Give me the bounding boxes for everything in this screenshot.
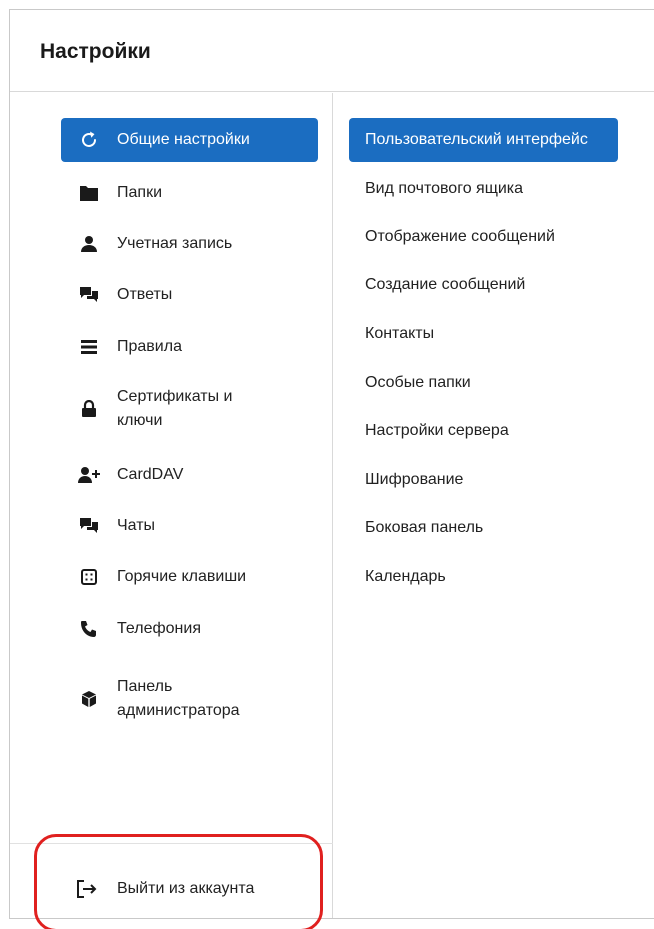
user-icon bbox=[78, 233, 100, 255]
nav-item-label: Правила bbox=[117, 338, 182, 355]
nav-item-certificates[interactable]: Сертификаты и ключи bbox=[61, 380, 318, 438]
lock-icon bbox=[78, 398, 100, 420]
logout-icon bbox=[76, 878, 98, 900]
subnav-item-ui[interactable]: Пользовательский интерфейс bbox=[349, 118, 618, 162]
nav-item-label: Ответы bbox=[117, 286, 173, 303]
nav-item-admin-panel[interactable]: Панель администратора bbox=[61, 664, 318, 734]
subnav-item-label: Боковая панель bbox=[365, 519, 484, 536]
subnav-item-sidebar[interactable]: Боковая панель bbox=[349, 506, 618, 550]
nav-item-label: Сертификаты и ключи bbox=[117, 388, 233, 429]
subnav-item-encryption[interactable]: Шифрование bbox=[349, 458, 618, 502]
admin-cube-icon bbox=[78, 688, 100, 710]
settings-header: Настройки bbox=[10, 10, 654, 92]
subnav-item-label: Создание сообщений bbox=[365, 276, 526, 293]
settings-subsections: Пользовательский интерфейс Вид почтового… bbox=[334, 93, 654, 918]
nav-item-telephony[interactable]: Телефония bbox=[61, 607, 318, 651]
nav-item-rules[interactable]: Правила bbox=[61, 325, 318, 369]
folder-icon bbox=[78, 182, 100, 204]
nav-item-chats[interactable]: Чаты bbox=[61, 504, 318, 548]
subnav-item-contacts[interactable]: Контакты bbox=[349, 312, 618, 356]
nav-item-general-settings[interactable]: Общие настройки bbox=[61, 118, 318, 162]
subnav-item-label: Особые папки bbox=[365, 374, 471, 391]
nav-item-label: Учетная запись bbox=[117, 235, 233, 252]
subnav-item-label: Контакты bbox=[365, 325, 435, 342]
subnav-item-label: Вид почтового ящика bbox=[365, 180, 524, 197]
subnav-item-compose[interactable]: Создание сообщений bbox=[349, 263, 618, 307]
nav-item-hotkeys[interactable]: Горячие клавиши bbox=[61, 555, 318, 599]
divider bbox=[10, 843, 333, 844]
nav-item-label: CardDAV bbox=[117, 466, 184, 483]
keyboard-icon bbox=[78, 566, 100, 588]
nav-item-folders[interactable]: Папки bbox=[61, 171, 318, 215]
nav-item-label: Общие настройки bbox=[117, 131, 250, 148]
nav-item-account[interactable]: Учетная запись bbox=[61, 222, 318, 266]
general-settings-icon bbox=[78, 129, 100, 151]
add-user-icon bbox=[78, 464, 100, 486]
nav-item-carddav[interactable]: CardDAV bbox=[61, 453, 318, 497]
nav-item-label: Папки bbox=[117, 184, 162, 201]
subnav-item-label: Отображение сообщений bbox=[365, 228, 555, 245]
logout-label: Выйти из аккаунта bbox=[117, 880, 255, 897]
subnav-item-calendar[interactable]: Календарь bbox=[349, 555, 618, 599]
phone-icon bbox=[78, 618, 100, 640]
page-title: Настройки bbox=[40, 40, 151, 63]
nav-item-label: Панель администратора bbox=[117, 678, 240, 719]
subnav-item-label: Настройки сервера bbox=[365, 422, 509, 439]
subnav-item-label: Календарь bbox=[365, 568, 446, 585]
logout-button[interactable]: Выйти из аккаунта bbox=[76, 875, 306, 903]
replies-icon bbox=[78, 284, 100, 306]
nav-item-label: Телефония bbox=[117, 620, 201, 637]
subnav-item-mailbox-view[interactable]: Вид почтового ящика bbox=[349, 167, 618, 211]
nav-item-replies[interactable]: Ответы bbox=[61, 273, 318, 317]
subnav-item-special-folders[interactable]: Особые папки bbox=[349, 361, 618, 405]
subnav-item-message-display[interactable]: Отображение сообщений bbox=[349, 215, 618, 259]
nav-item-label: Чаты bbox=[117, 517, 156, 534]
settings-sections-nav: Общие настройки Папки Учетная запись Отв… bbox=[10, 93, 333, 929]
subnav-item-label: Шифрование bbox=[365, 471, 464, 488]
chat-icon bbox=[78, 515, 100, 537]
subnav-item-label: Пользовательский интерфейс bbox=[365, 131, 588, 148]
rules-icon bbox=[78, 336, 100, 358]
subnav-item-server-settings[interactable]: Настройки сервера bbox=[349, 409, 618, 453]
settings-window: Настройки Общие настройки Папки Учетная … bbox=[9, 9, 654, 929]
nav-item-label: Горячие клавиши bbox=[117, 568, 247, 585]
